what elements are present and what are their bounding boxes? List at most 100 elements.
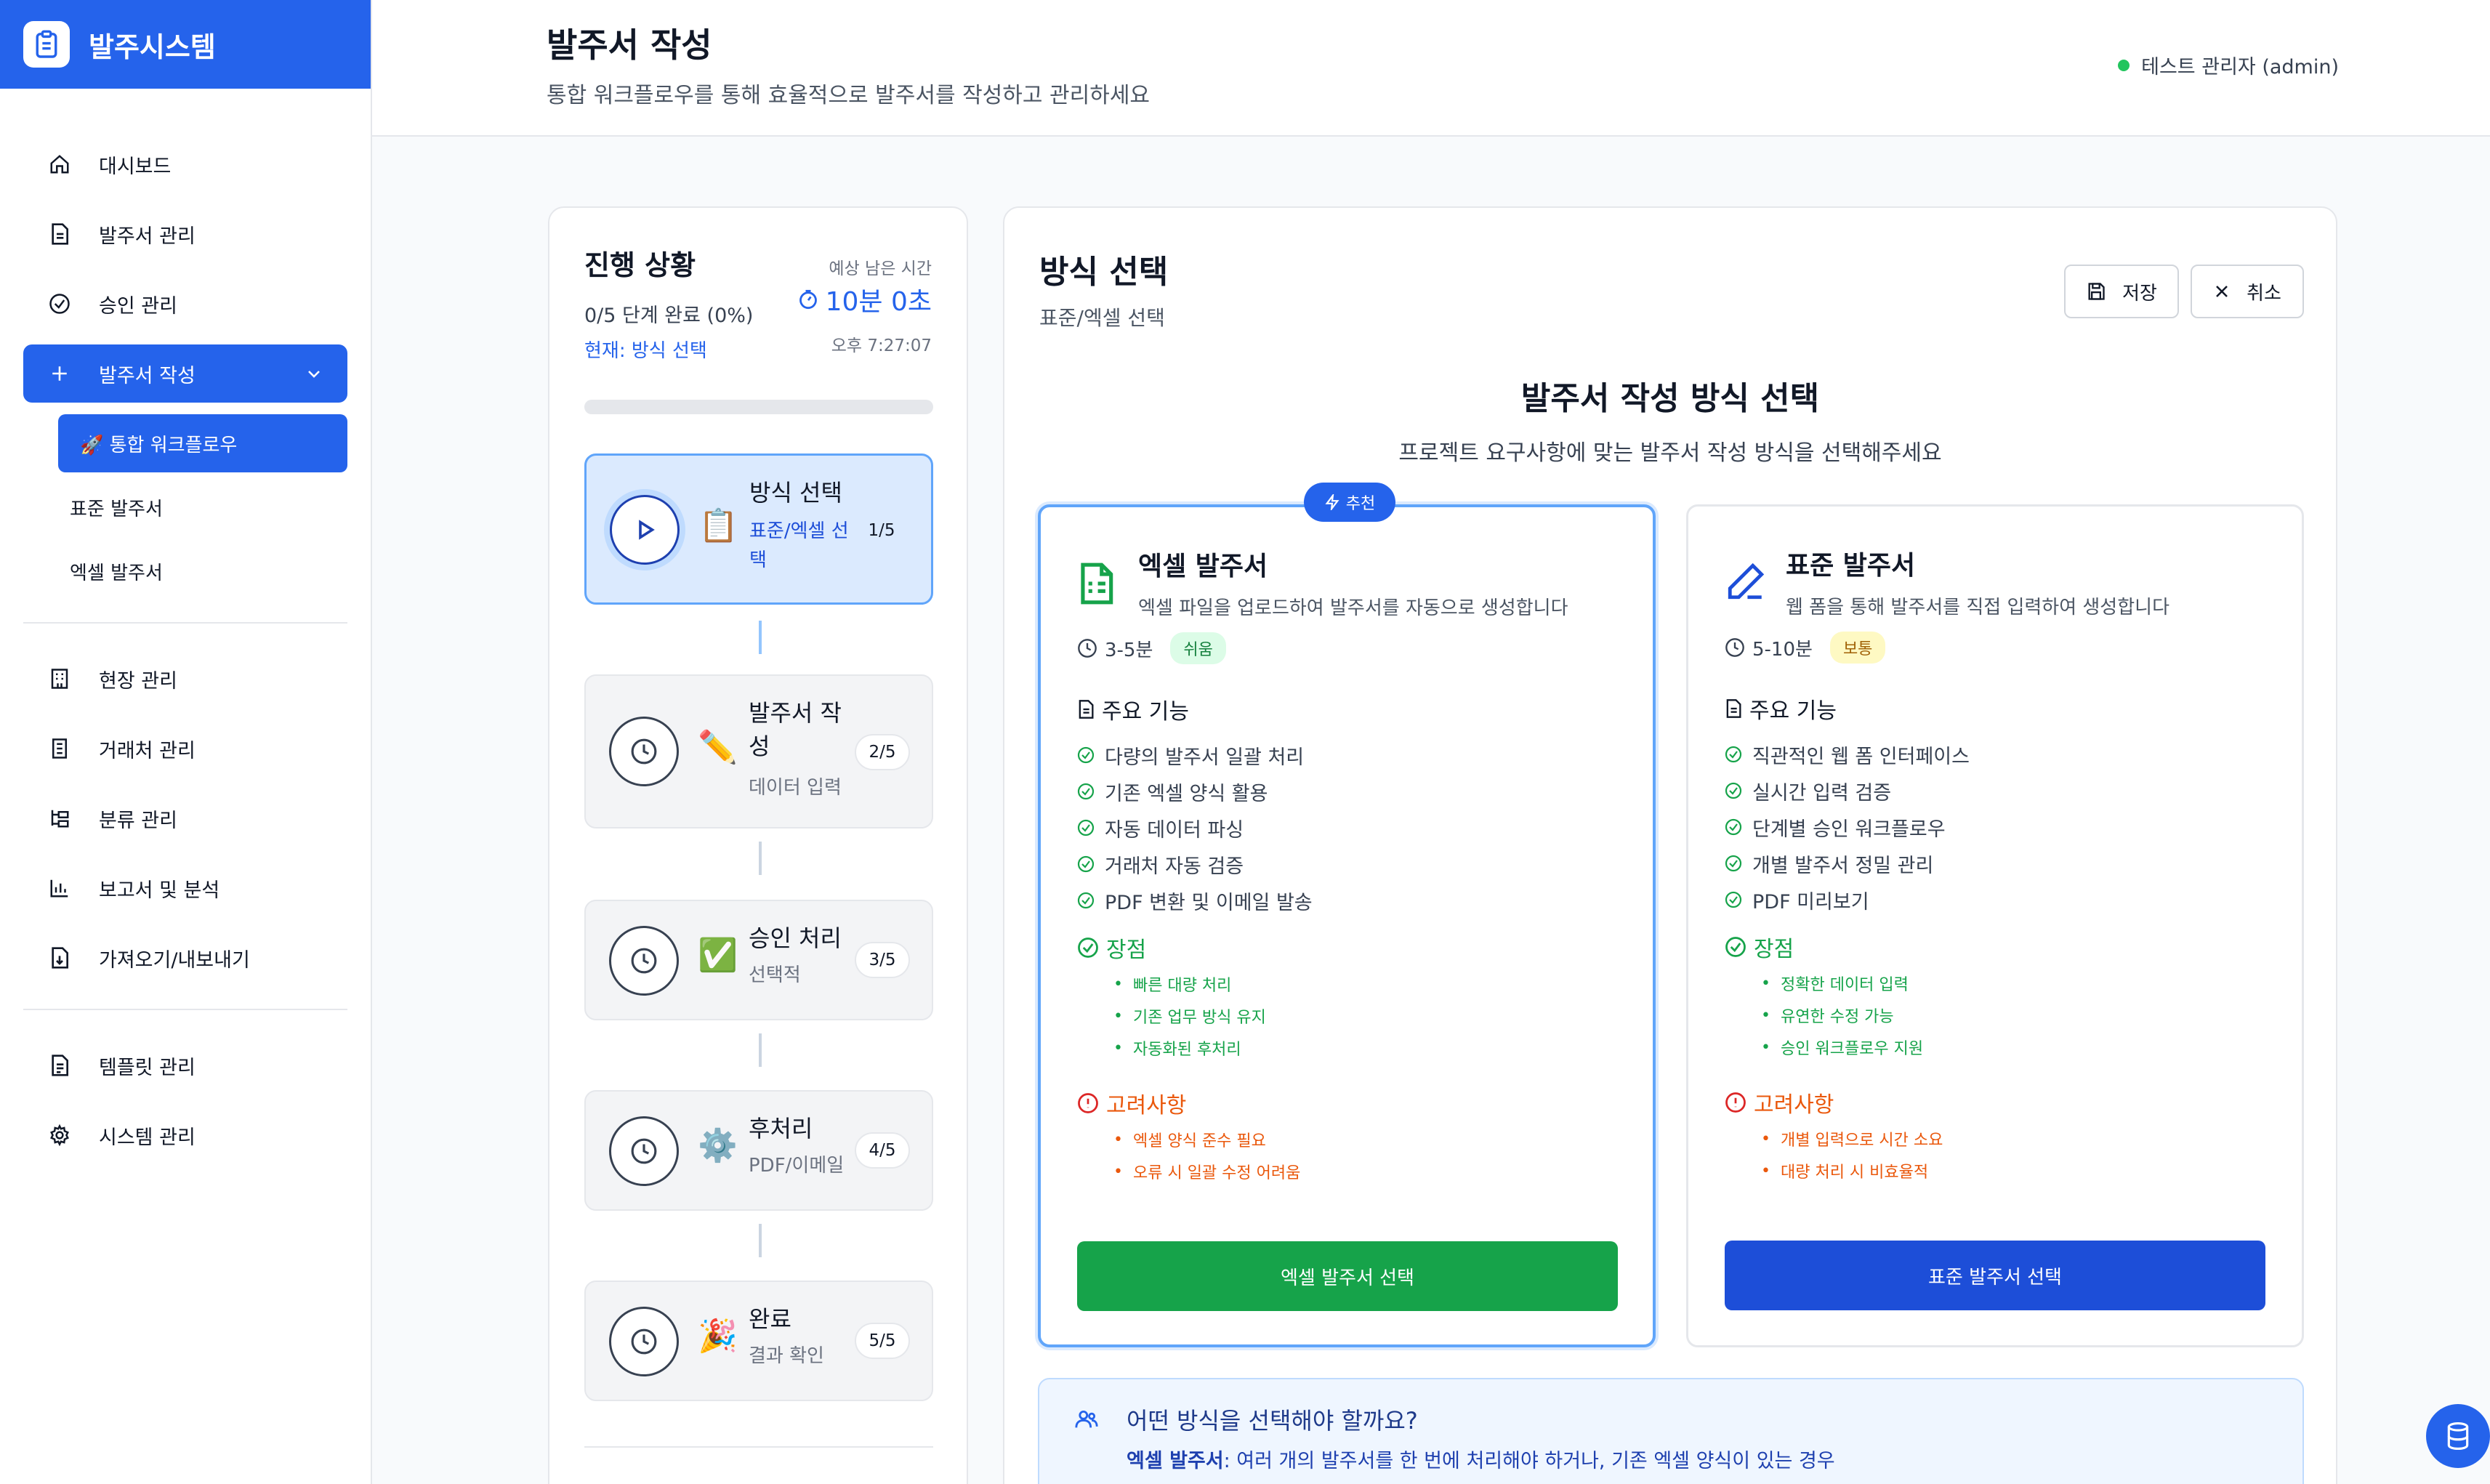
sidebar-divider (23, 1009, 347, 1010)
sidebar-item-categories[interactable]: 분류 관리 (23, 789, 347, 847)
sidebar: 발주시스템 대시보드 발주서 관리 승인 관리 발주서 작성 🚀 통합 워크플로… (0, 0, 372, 1484)
alert-circle-icon (1077, 1092, 1106, 1114)
step-write-order[interactable]: ✏️ 발주서 작성 데이터 입력 2/5 (584, 674, 933, 828)
feature-item: 기존 엑셀 양식 활용 (1077, 773, 1313, 810)
file-text-icon (45, 1051, 74, 1080)
standard-option-card[interactable]: 표준 발주서 웹 폼을 통해 발주서를 직접 입력하여 생성합니다 5-10분 … (1686, 504, 2304, 1347)
step-connector (759, 1224, 762, 1257)
option-name: 엑셀 발주서 (1138, 552, 1268, 581)
feature-text: 직관적인 웹 폼 인터페이스 (1752, 745, 1970, 768)
sidebar-item-label: 템플릿 관리 (99, 1056, 196, 1079)
cancel-button[interactable]: 취소 (2191, 265, 2304, 318)
features-heading: 주요 기능 (1725, 693, 1837, 725)
sidebar-item-sites[interactable]: 현장 관리 (23, 650, 347, 708)
sidebar-item-import-export[interactable]: 가져오기/내보내기 (23, 929, 347, 987)
sidebar-subitem-label: 엑셀 발주서 (70, 562, 163, 584)
sidebar-item-vendors[interactable]: 거래처 관리 (23, 719, 347, 778)
step-title: 완료 (749, 1305, 791, 1333)
help-line: 엑셀 발주서: 여러 개의 발주서를 한 번에 처리해야 하거나, 기존 엑셀 … (1127, 1445, 1835, 1473)
method-select-panel: 방식 선택 표준/엑셀 선택 저장 취소 발주서 작성 방식 선택 프로젝트 요… (1003, 206, 2337, 1484)
panel-subtitle: 표준/엑셀 선택 (1039, 306, 1165, 330)
timer-icon (798, 289, 818, 310)
sidebar-item-label: 발주서 관리 (99, 225, 196, 248)
database-icon (2444, 1421, 2472, 1451)
con-item: 엑셀 양식 준수 필요 (1113, 1124, 1300, 1156)
save-button[interactable]: 저장 (2064, 265, 2179, 318)
feature-item: PDF 변환 및 이메일 발송 (1077, 882, 1313, 919)
check-circle-icon (1077, 783, 1105, 800)
help-line-text: : 여러 개의 발주서를 한 번에 처리해야 하거나, 기존 엑셀 양식이 있는… (1223, 1450, 1835, 1472)
bar-chart-icon (45, 874, 74, 903)
sidebar-item-create-order[interactable]: 발주서 작성 (23, 344, 347, 403)
excel-option-card[interactable]: 추천 엑셀 발주서 엑셀 파일을 업로드하여 발주서를 자동으로 생성합니다 3… (1038, 483, 1656, 1347)
feature-item: PDF 미리보기 (1725, 882, 1970, 918)
pro-item: 자동화된 후처리 (1113, 1032, 1266, 1064)
recommended-badge: 추천 (1304, 483, 1395, 522)
sidebar-subitem-excel[interactable]: 엑셀 발주서 (23, 542, 347, 600)
step-approval[interactable]: ✅ 승인 처리 선택적 3/5 (584, 900, 933, 1020)
estimated-time: 10분 0초 (798, 281, 932, 318)
sidebar-item-label: 대시보드 (99, 155, 172, 178)
sidebar-divider (23, 622, 347, 624)
plus-icon (45, 359, 74, 388)
feature-text: PDF 미리보기 (1752, 890, 1869, 914)
step-title: 승인 처리 (749, 924, 842, 952)
sidebar-item-orders[interactable]: 발주서 관리 (23, 205, 347, 263)
check-circle-icon (1077, 855, 1105, 873)
step-badge: 4/5 (855, 1132, 910, 1169)
sidebar-item-templates[interactable]: 템플릿 관리 (23, 1036, 347, 1094)
clock-icon (609, 1116, 679, 1186)
gear-icon (45, 1121, 74, 1150)
select-standard-button[interactable]: 표준 발주서 선택 (1725, 1241, 2265, 1310)
progress-count: 0/5 단계 완료 (0%) (584, 305, 754, 327)
database-fab-button[interactable] (2426, 1404, 2490, 1468)
feature-item: 실시간 입력 검증 (1725, 773, 1970, 809)
step-method-select[interactable]: 📋 방식 선택 표준/엑셀 선택 1/5 (584, 453, 933, 605)
progress-current-step: 현재: 방식 선택 (584, 340, 707, 362)
step-complete[interactable]: 🎉 완료 결과 확인 5/5 (584, 1281, 933, 1401)
feature-text: 개별 발주서 정밀 관리 (1752, 854, 1934, 877)
selection-subtitle: 프로젝트 요구사항에 맞는 발주서 작성 방식을 선택해주세요 (1398, 440, 1942, 466)
sidebar-item-system[interactable]: 시스템 관리 (23, 1106, 347, 1164)
step-badge: 3/5 (855, 942, 910, 978)
sidebar-nav: 대시보드 발주서 관리 승인 관리 발주서 작성 🚀 통합 워크플로우 표준 발… (0, 135, 371, 1164)
sidebar-item-label: 분류 관리 (99, 809, 177, 832)
sidebar-item-reports[interactable]: 보고서 및 분석 (23, 859, 347, 917)
feature-text: 실시간 입력 검증 (1752, 781, 1892, 804)
check-circle-icon (1725, 746, 1752, 763)
recommended-label: 추천 (1345, 495, 1376, 513)
select-excel-button[interactable]: 엑셀 발주서 선택 (1077, 1241, 1618, 1311)
pen-icon (1725, 560, 1767, 602)
help-title: 어떤 방식을 선택해야 할까요? (1127, 1407, 1418, 1435)
brand-header[interactable]: 발주시스템 (0, 0, 371, 89)
sidebar-item-approvals[interactable]: 승인 관리 (23, 275, 347, 333)
step-subtitle: 결과 확인 (749, 1345, 824, 1367)
pros-title: 장점 (1106, 937, 1147, 963)
step-connector (759, 842, 762, 875)
step-subtitle: 표준/엑셀 선택 (749, 520, 849, 571)
check-circle-icon (1725, 855, 1752, 872)
user-status[interactable]: 테스트 관리자 (admin) (2118, 51, 2339, 79)
page-header: 발주서 작성 통합 워크플로우를 통해 효율적으로 발주서를 작성하고 관리하세… (372, 0, 2490, 137)
con-item: 개별 입력으로 시간 소요 (1761, 1123, 1943, 1155)
option-description: 웹 폼을 통해 발주서를 직접 입력하여 생성합니다 (1786, 597, 2169, 618)
building-icon (45, 664, 74, 693)
feature-item: 다량의 발주서 일괄 처리 (1077, 737, 1313, 773)
play-icon (610, 495, 680, 565)
step-post-process[interactable]: ⚙️ 후처리 PDF/이메일 4/5 (584, 1090, 933, 1211)
sidebar-subitem-workflow[interactable]: 🚀 통합 워크플로우 (58, 414, 347, 472)
feature-item: 개별 발주서 정밀 관리 (1725, 845, 1970, 882)
party-emoji-icon: 🎉 (698, 1318, 738, 1355)
sidebar-item-label: 발주서 작성 (99, 364, 196, 387)
check-circle-icon (1725, 782, 1752, 799)
pro-item: 정확한 데이터 입력 (1761, 967, 1923, 999)
sidebar-subitem-standard[interactable]: 표준 발주서 (23, 478, 347, 536)
clipboard-icon (23, 21, 70, 68)
home-icon (45, 150, 74, 179)
feature-item: 직관적인 웹 폼 인터페이스 (1725, 736, 1970, 773)
office-icon (45, 734, 74, 763)
check-circle-icon (1077, 746, 1105, 764)
step-subtitle: 데이터 입력 (749, 777, 842, 799)
help-line-bold: 엑셀 발주서 (1127, 1450, 1224, 1472)
sidebar-item-dashboard[interactable]: 대시보드 (23, 135, 347, 193)
